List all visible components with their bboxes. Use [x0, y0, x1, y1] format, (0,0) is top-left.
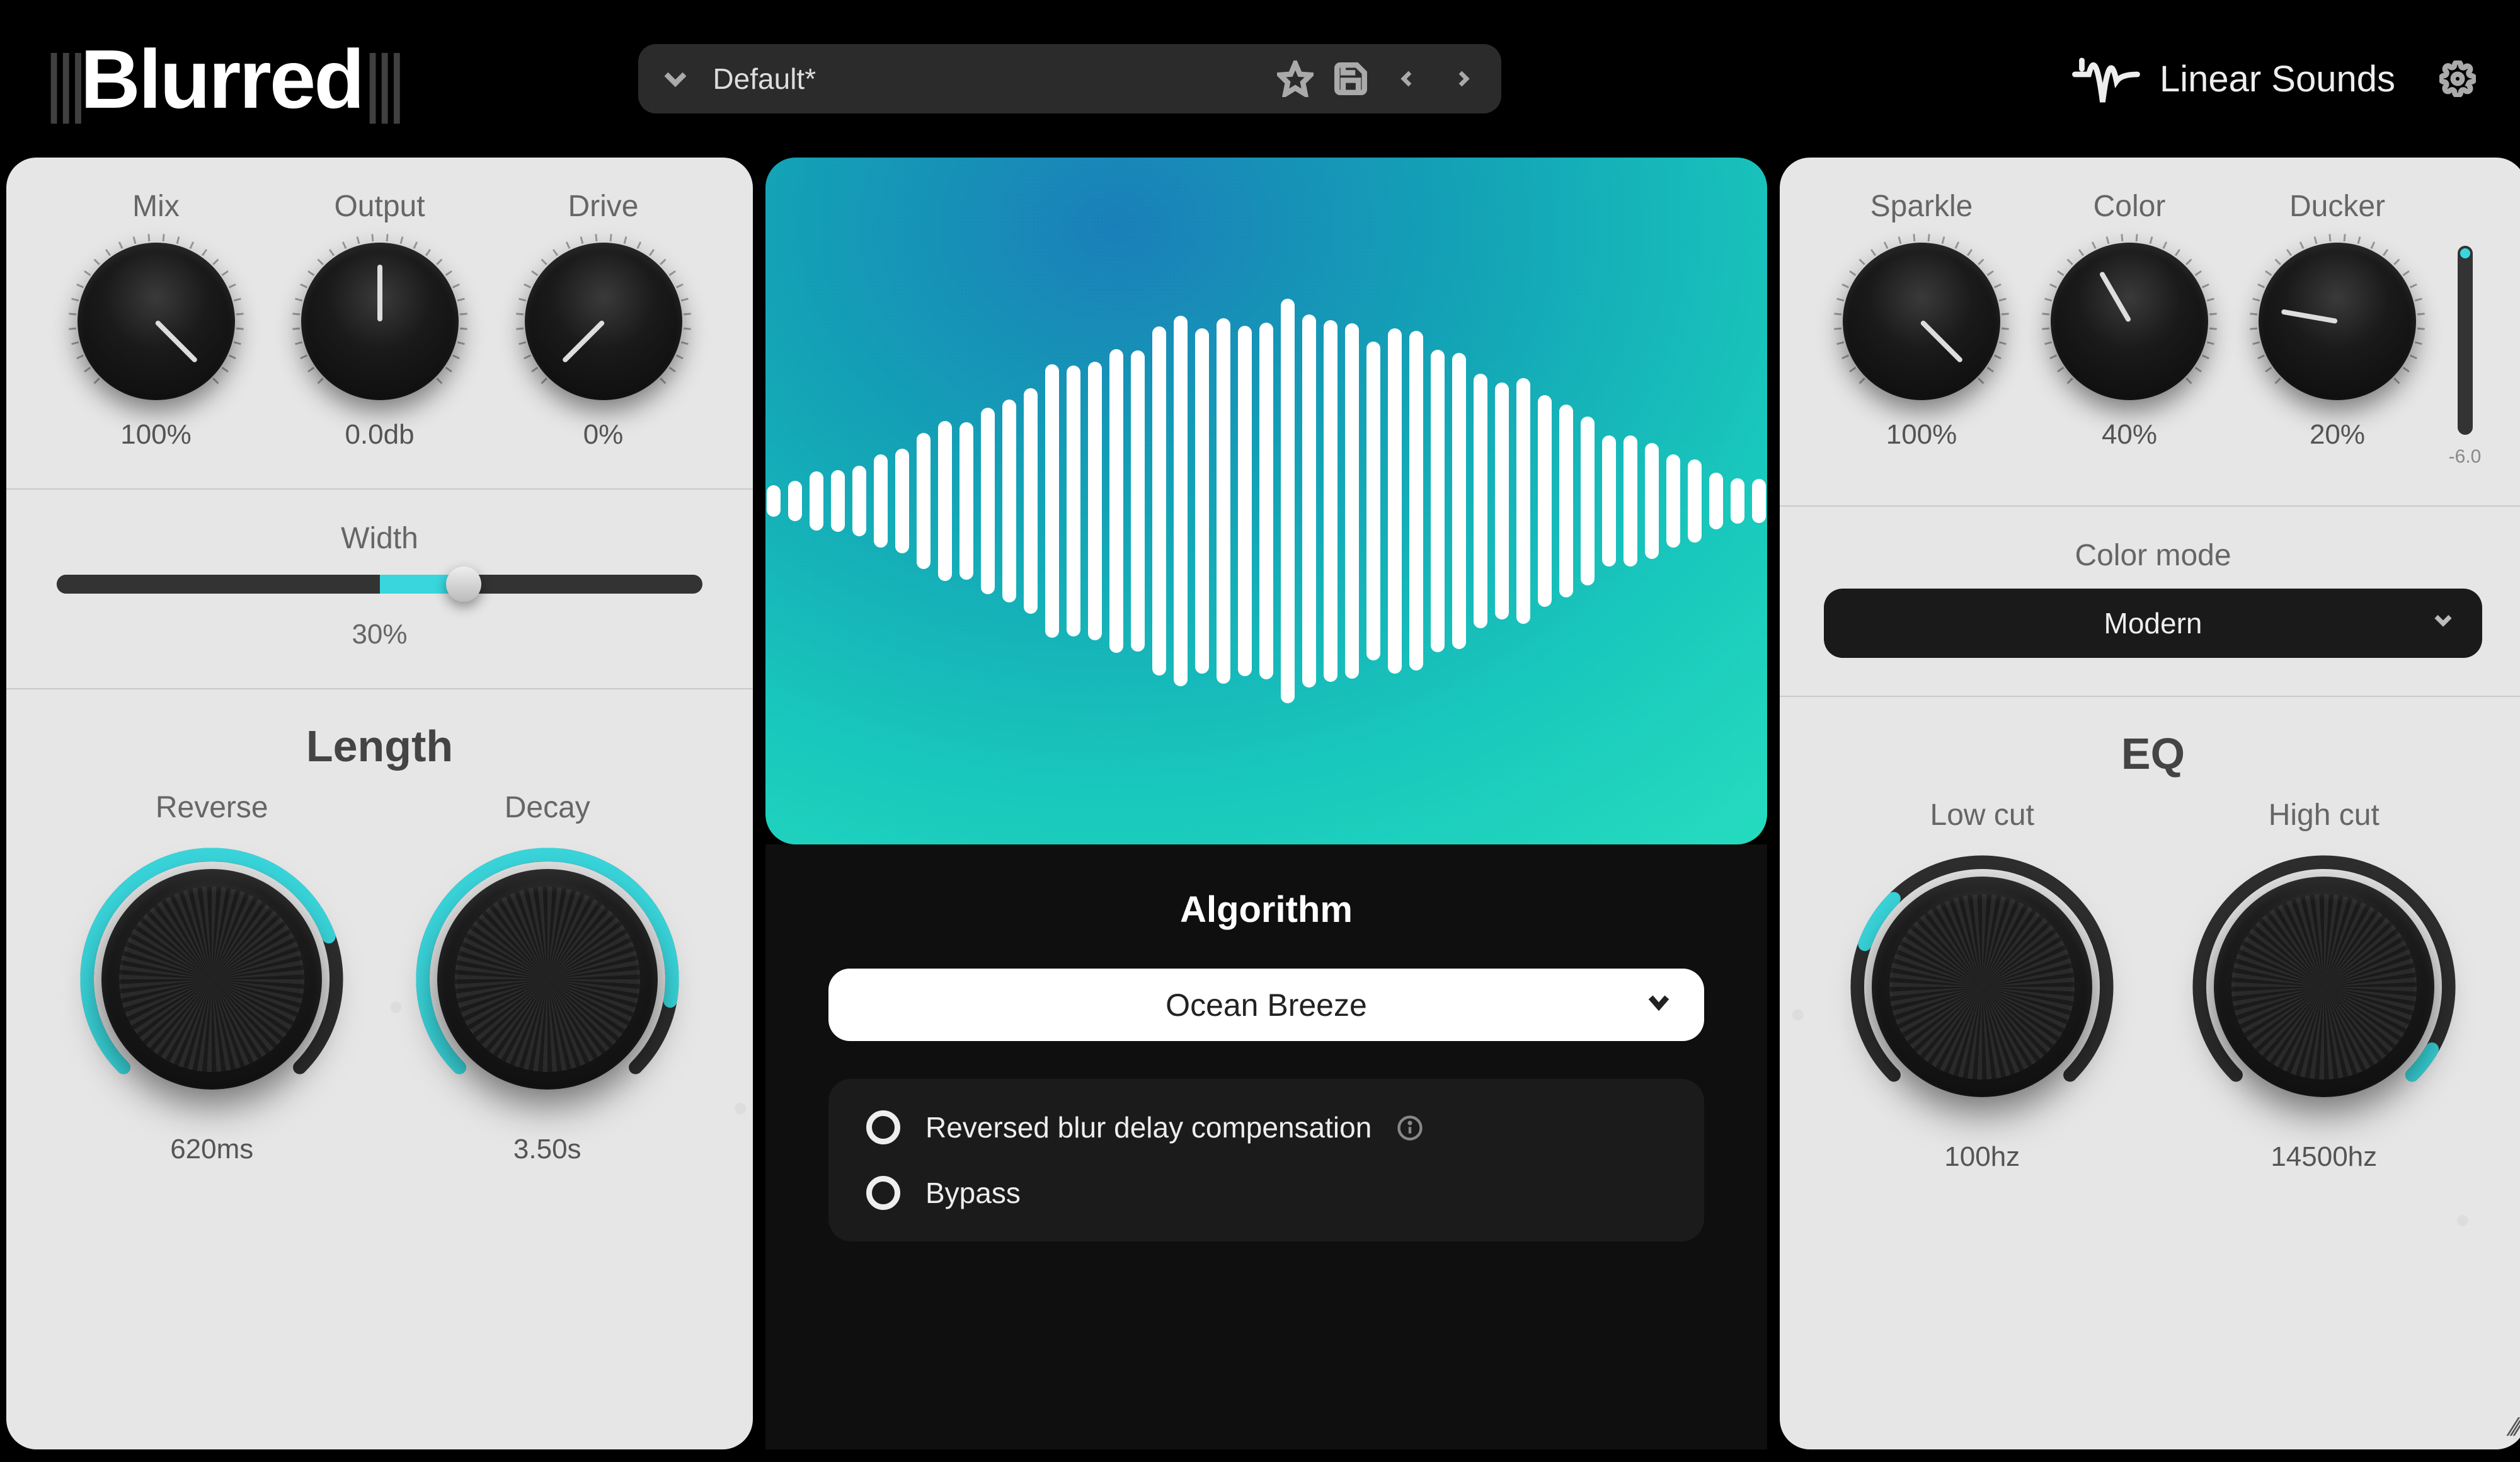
preset-name: Default* [713, 62, 1258, 96]
eq-title: EQ [1824, 728, 2482, 779]
ducker-value: 20% [2310, 419, 2365, 451]
width-slider[interactable] [57, 575, 702, 594]
lowcut-knob[interactable] [1847, 851, 2117, 1122]
algorithm-title: Algorithm [828, 889, 1704, 931]
preset-bar[interactable]: Default* [638, 44, 1501, 113]
drive-label: Drive [568, 189, 638, 224]
decay-value: 3.50s [513, 1134, 581, 1165]
bypass-label: Bypass [925, 1176, 1021, 1210]
chevron-down-icon [1645, 987, 1673, 1023]
color-mode-value: Modern [2104, 606, 2202, 640]
lowcut-label: Low cut [1930, 798, 2034, 832]
output-label: Output [334, 189, 425, 224]
waveform-display [765, 158, 1767, 844]
output-meter [2458, 246, 2473, 435]
highcut-knob[interactable] [2189, 851, 2460, 1122]
right-panel: Sparkle 100% Color [1780, 158, 2520, 1449]
color-label: Color [2093, 189, 2166, 224]
ducker-knob[interactable] [2259, 243, 2416, 400]
output-value: 0.0db [345, 419, 414, 451]
sparkle-label: Sparkle [1870, 189, 1973, 224]
width-value: 30% [50, 619, 709, 650]
color-mode-select[interactable]: Modern [1824, 589, 2482, 658]
reverse-value: 620ms [170, 1134, 253, 1165]
star-icon[interactable] [1277, 60, 1314, 97]
highcut-value: 14500hz [2271, 1141, 2377, 1173]
preset-next-button[interactable] [1445, 60, 1482, 98]
bypass-toggle[interactable] [866, 1176, 900, 1210]
save-icon[interactable] [1332, 60, 1369, 97]
sparkle-knob[interactable] [1843, 243, 2000, 400]
app-logo: Blurred [32, 32, 411, 127]
reverse-knob[interactable] [76, 844, 347, 1115]
chevron-down-icon [657, 60, 694, 97]
length-title: Length [50, 721, 709, 771]
mix-label: Mix [132, 189, 180, 224]
decay-label: Decay [505, 790, 590, 825]
brand-wave-icon [2071, 40, 2141, 118]
drive-knob[interactable] [525, 243, 682, 400]
decay-knob[interactable] [412, 844, 683, 1115]
lowcut-value: 100hz [1944, 1141, 2020, 1173]
drive-value: 0% [583, 419, 624, 451]
delay-comp-label: Reversed blur delay compensation [925, 1110, 1372, 1144]
color-knob[interactable] [2051, 243, 2208, 400]
chevron-down-icon [2429, 606, 2457, 641]
brand-name: Linear Sounds [2160, 58, 2395, 100]
output-knob[interactable] [301, 243, 459, 400]
highcut-label: High cut [2269, 798, 2380, 832]
ducker-label: Ducker [2289, 189, 2385, 224]
delay-comp-toggle[interactable] [866, 1110, 900, 1144]
width-label: Width [50, 521, 709, 556]
meter-label: -6.0 [2449, 446, 2482, 468]
color-value: 40% [2102, 419, 2157, 451]
reverse-label: Reverse [156, 790, 268, 825]
preset-prev-button[interactable] [1388, 60, 1426, 98]
brand: Linear Sounds [2071, 40, 2476, 118]
mix-knob[interactable] [77, 243, 235, 400]
left-panel: Mix 100% Output [6, 158, 753, 1449]
color-mode-label: Color mode [1824, 538, 2482, 573]
mix-value: 100% [120, 419, 192, 451]
sparkle-value: 100% [1886, 419, 1957, 451]
algorithm-select[interactable]: Ocean Breeze [828, 969, 1704, 1041]
info-icon[interactable] [1397, 1114, 1423, 1141]
gear-icon[interactable] [2439, 60, 2476, 97]
algorithm-value: Ocean Breeze [1166, 987, 1367, 1023]
